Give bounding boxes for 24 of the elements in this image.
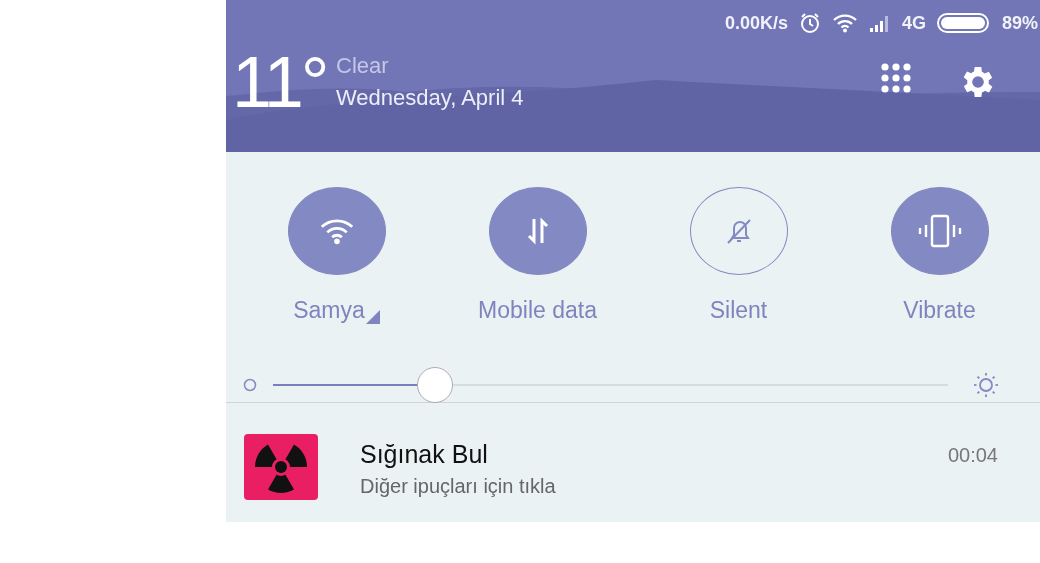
low-brightness-icon bbox=[243, 377, 257, 392]
caret-icon[interactable] bbox=[365, 310, 380, 324]
toggle-label: Vibrate bbox=[903, 297, 976, 324]
apps-grid-icon[interactable] bbox=[880, 62, 912, 94]
date: Wednesday, April 4 bbox=[336, 85, 525, 111]
toggle-label: Silent bbox=[709, 297, 768, 324]
notification-text: Diğer ipuçları için tıkla bbox=[360, 475, 557, 498]
toggle-label: Mobile data bbox=[478, 297, 597, 324]
notification-title[interactable]: Sığınak Bul bbox=[360, 440, 948, 469]
slider-thumb[interactable] bbox=[417, 366, 453, 403]
weather-condition: Clear bbox=[336, 53, 390, 79]
network-speed: 0.00K/s bbox=[724, 12, 788, 34]
signal-icon bbox=[868, 14, 891, 32]
alarm-icon bbox=[798, 12, 821, 34]
wifi-icon bbox=[318, 217, 355, 245]
toggle-label: Samya bbox=[293, 297, 365, 324]
battery-percent: 89% bbox=[1001, 12, 1038, 34]
wifi-icon bbox=[831, 13, 858, 33]
battery-icon bbox=[936, 12, 991, 34]
sun-icon bbox=[972, 370, 1000, 399]
temperature: 11° bbox=[232, 46, 328, 118]
radiation-icon bbox=[244, 434, 318, 500]
network-type: 4G bbox=[901, 12, 926, 34]
notification-time: 00:04 bbox=[947, 444, 998, 467]
